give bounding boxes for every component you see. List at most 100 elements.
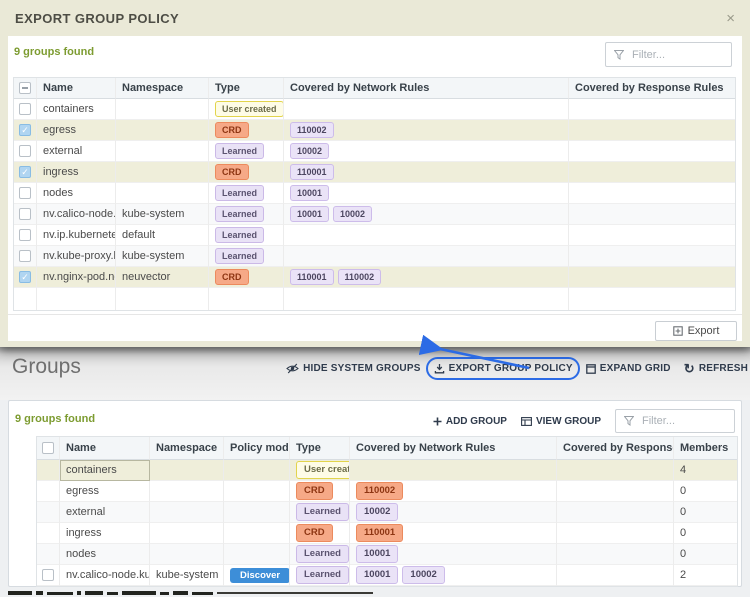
column-header[interactable]: Covered by Response R.. xyxy=(557,437,674,460)
type-cell: Learned xyxy=(290,565,350,586)
row-checkbox[interactable] xyxy=(42,569,54,581)
view-group-button[interactable]: VIEW GROUP xyxy=(521,416,601,427)
rule-badge: 10001 xyxy=(356,566,399,584)
policy-mode-cell xyxy=(224,481,290,502)
policy-mode-cell: Discover xyxy=(224,565,290,586)
column-header[interactable]: Covered by Network Rules xyxy=(284,78,569,99)
toolbar-button-export-group-policy[interactable]: EXPORT GROUP POLICY xyxy=(425,357,581,380)
type-cell: CRD xyxy=(209,120,284,141)
checkbox-cell xyxy=(14,99,37,120)
column-header[interactable]: Name xyxy=(60,437,150,460)
network-rules-cell: 10001 10002 xyxy=(284,204,569,225)
column-header[interactable]: Type xyxy=(209,78,284,99)
eye-slash-icon xyxy=(286,363,299,374)
type-badge: Learned xyxy=(215,206,265,222)
close-icon[interactable]: × xyxy=(726,11,735,26)
toolbar: HIDE SYSTEM GROUPS EXPORT GROUP POLICY EXP… xyxy=(286,357,748,380)
network-rules-cell: 10001 xyxy=(284,183,569,204)
row-checkbox[interactable] xyxy=(19,229,31,241)
type-cell: Learned xyxy=(209,141,284,162)
table-row[interactable]: nodes Learned 10001 0 xyxy=(37,544,737,565)
table-row[interactable]: ingress CRD 110001 0 xyxy=(37,523,737,544)
toolbar-button-expand-grid[interactable]: EXPAND GRID xyxy=(585,363,671,374)
response-rules-cell xyxy=(557,523,674,544)
groups-filter-box xyxy=(615,409,735,433)
column-header[interactable]: Members xyxy=(674,437,737,460)
rule-badge: 110001 xyxy=(290,269,334,285)
empty-cell xyxy=(37,288,116,310)
members-cell: 0 xyxy=(674,523,737,544)
policy-mode-cell xyxy=(224,544,290,565)
row-checkbox[interactable]: ✓ xyxy=(19,166,31,178)
name-cell: egress xyxy=(37,120,116,141)
modal-filter-input[interactable] xyxy=(630,47,723,62)
table-row[interactable]: ✓ ingress CRD 110001 xyxy=(14,162,735,183)
members-cell: 2 xyxy=(674,565,737,586)
row-checkbox[interactable]: ✓ xyxy=(19,271,31,283)
network-rules-cell xyxy=(284,99,569,120)
row-checkbox[interactable] xyxy=(19,250,31,262)
column-header[interactable]: Namespace xyxy=(116,78,209,99)
groups-filter-input[interactable] xyxy=(640,414,726,428)
type-badge: Learned xyxy=(215,143,265,159)
name-cell: nv.calico-node.kube-sys xyxy=(60,565,150,586)
row-checkbox[interactable] xyxy=(19,145,31,157)
row-checkbox[interactable]: ✓ xyxy=(19,124,31,136)
policy-mode-badge: Discover xyxy=(230,567,289,583)
column-header[interactable]: Name xyxy=(37,78,116,99)
screen: EXPORT GROUP POLICY × 9 groups found Nam… xyxy=(0,0,750,597)
table-row[interactable]: external Learned 10002 xyxy=(14,141,735,162)
table-row[interactable]: ✓ egress CRD 110002 xyxy=(14,120,735,141)
response-rules-cell xyxy=(557,481,674,502)
checkbox-cell xyxy=(37,502,60,523)
export-button[interactable]: Export xyxy=(655,321,737,341)
rule-badge: 10002 xyxy=(402,566,445,584)
table-row[interactable]: ✓ nv.nginx-pod.neuvneuvector CRD 1100011100… xyxy=(14,267,735,288)
refresh-icon: ↻ xyxy=(683,360,695,376)
network-rules-cell: 10002 xyxy=(350,502,557,523)
column-header[interactable]: Namespace xyxy=(150,437,224,460)
groups-count: 9 groups found xyxy=(14,46,95,58)
table-row[interactable]: nv.ip.kubernetes.ddefault Learned xyxy=(14,225,735,246)
table-row[interactable]: nv.calico-node.kube-syskube-system Discov… xyxy=(37,565,737,586)
select-all-checkbox[interactable] xyxy=(19,82,31,94)
name-cell: nv.calico-node.kub xyxy=(37,204,116,225)
row-checkbox[interactable] xyxy=(19,208,31,220)
members-cell: 0 xyxy=(674,481,737,502)
table-row[interactable]: egress CRD 110002 0 xyxy=(37,481,737,502)
table-row[interactable]: external Learned 10002 0 xyxy=(37,502,737,523)
type-badge: Learned xyxy=(296,545,349,563)
toolbar-button-refresh[interactable]: ↻ REFRESH xyxy=(683,360,748,376)
column-header[interactable]: Type xyxy=(290,437,350,460)
table-row[interactable]: nodes Learned 10001 xyxy=(14,183,735,204)
toolbar-button-hide-system-groups[interactable]: HIDE SYSTEM GROUPS xyxy=(286,363,421,374)
row-checkbox[interactable] xyxy=(19,187,31,199)
add-group-button[interactable]: ADD GROUP xyxy=(433,416,507,427)
type-badge: CRD xyxy=(215,122,249,138)
column-header[interactable]: Covered by Network Rules xyxy=(350,437,557,460)
select-all-checkbox[interactable] xyxy=(42,442,54,454)
row-checkbox[interactable] xyxy=(19,103,31,115)
export-icon xyxy=(672,326,683,336)
checkbox-cell xyxy=(14,78,37,99)
checkbox-cell: ✓ xyxy=(14,267,37,288)
page-title: Groups xyxy=(12,355,81,378)
type-badge: CRD xyxy=(296,524,333,542)
checkbox-cell xyxy=(14,225,37,246)
column-header[interactable]: Policy mode xyxy=(224,437,290,460)
column-header[interactable]: Covered by Response Rules xyxy=(569,78,735,99)
rule-badge: 110002 xyxy=(290,122,334,138)
type-badge: CRD xyxy=(215,269,249,285)
namespace-cell: kube-system xyxy=(116,204,209,225)
table-row[interactable]: containers User created 4 xyxy=(37,460,737,481)
network-rules-cell xyxy=(284,246,569,267)
response-rules-cell xyxy=(569,204,735,225)
network-rules-cell: 10001 xyxy=(350,544,557,565)
table-row[interactable]: nv.calico-node.kubkube-system Learned 1000… xyxy=(14,204,735,225)
response-rules-cell xyxy=(557,544,674,565)
namespace-cell xyxy=(150,523,224,544)
response-rules-cell xyxy=(569,267,735,288)
table-row[interactable]: containers User created xyxy=(14,99,735,120)
table-row[interactable]: nv.kube-proxy.kubkube-system Learned xyxy=(14,246,735,267)
type-badge: Learned xyxy=(296,566,349,584)
